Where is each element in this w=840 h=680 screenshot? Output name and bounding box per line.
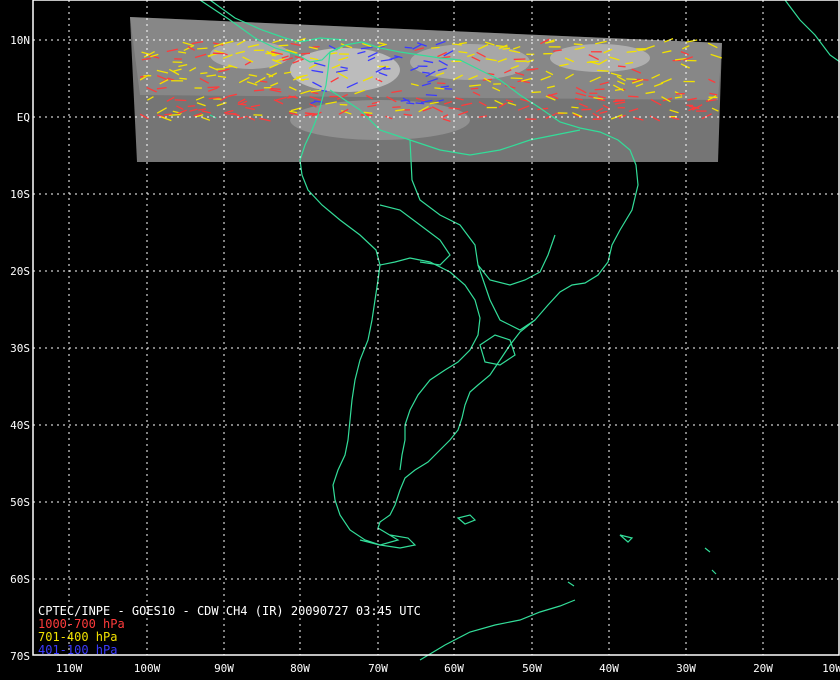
wind-barb [415, 102, 425, 105]
longitude-label: 20W [753, 662, 773, 675]
longitude-label: 80W [290, 662, 310, 675]
wind-barb [637, 49, 646, 52]
wind-barb [425, 94, 438, 97]
wind-barb [626, 78, 637, 81]
longitude-label: 90W [214, 662, 234, 675]
satellite-map: 10N EQ 10S 20S 30S 40S 50S 60S 70S 110W 100W 90W 80… [0, 0, 840, 680]
longitude-label: 100W [134, 662, 161, 675]
legend-label-high: 401-100 hPa [38, 643, 118, 657]
wind-barb [197, 47, 208, 50]
wind-barb [179, 77, 187, 80]
wind-barb [573, 43, 583, 46]
longitude-label: 110W [56, 662, 83, 675]
legend-label-mid: 701-400 hPa [38, 630, 118, 644]
wind-barb [200, 72, 208, 75]
caption: CPTEC/INPE - GOES10 - CDW CH4 (IR) 20090… [38, 605, 421, 657]
wind-barb [187, 105, 196, 108]
wind-barb [207, 86, 220, 89]
longitude-label: 70W [368, 662, 388, 675]
wind-barb [470, 87, 479, 90]
wind-barb [628, 95, 639, 98]
wind-barb [253, 89, 265, 92]
latitude-label: 10N [10, 34, 30, 47]
wind-barb [422, 71, 430, 74]
wind-barb [586, 61, 595, 64]
wind-barb [531, 91, 542, 94]
longitude-label: 50W [522, 662, 542, 675]
legend-item-high: 401-100 hPa [38, 644, 421, 657]
latitude-label: 40S [10, 419, 30, 432]
wind-barb [278, 44, 289, 47]
legend-label-low: 1000-700 hPa [38, 617, 125, 631]
latitude-label: EQ [17, 111, 30, 124]
latitude-label: 60S [10, 573, 30, 586]
longitude-label: 30W [676, 662, 696, 675]
latitude-label: 10S [10, 188, 30, 201]
longitude-label: 40W [599, 662, 619, 675]
latitude-label: 70S [10, 650, 30, 663]
longitude-label: 10W [822, 662, 840, 675]
wind-barb [312, 45, 320, 48]
wind-barb [594, 88, 605, 91]
latitude-label: 50S [10, 496, 30, 509]
wind-barb [617, 65, 626, 68]
longitude-label: 60W [444, 662, 464, 675]
wind-barb [164, 113, 172, 116]
wind-barb [174, 99, 187, 102]
wind-barb [392, 106, 401, 109]
wind-barb [300, 52, 311, 55]
wind-barb [571, 106, 579, 109]
wind-barb [406, 102, 415, 105]
latitude-label: 20S [10, 265, 30, 278]
wind-barb [404, 46, 413, 49]
wind-barb [431, 46, 440, 49]
wind-barb [270, 87, 281, 90]
wind-barb [502, 47, 510, 50]
latitude-label: 30S [10, 342, 30, 355]
